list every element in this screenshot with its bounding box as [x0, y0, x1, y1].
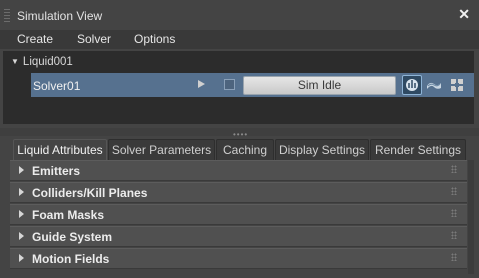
tab-render-settings[interactable]: Render Settings	[370, 139, 466, 160]
tab-display-settings[interactable]: Display Settings	[275, 139, 369, 160]
drag-handle-icon[interactable]	[451, 187, 457, 195]
sim-status-field: Sim Idle	[243, 76, 396, 95]
section-emitters[interactable]: Emitters	[10, 160, 467, 181]
section-label: Foam Masks	[32, 208, 105, 222]
solver-tree: ▼ Liquid001 Solver01 Sim Idle	[3, 51, 474, 124]
close-icon[interactable]: ✕	[458, 6, 470, 23]
tree-root-item[interactable]: ▼ Liquid001	[11, 56, 73, 68]
solver-row[interactable]: Solver01 Sim Idle	[31, 73, 474, 97]
section-colliders[interactable]: Colliders/Kill Planes	[10, 182, 467, 203]
expand-down-icon[interactable]: ▼	[11, 57, 19, 66]
section-motion-fields[interactable]: Motion Fields	[10, 248, 467, 269]
title-bar[interactable]: Simulation View ✕	[0, 0, 479, 30]
menu-bar: Create Solver Options	[0, 30, 479, 49]
drag-grip-icon[interactable]	[4, 9, 10, 23]
window-title: Simulation View	[17, 9, 103, 23]
section-guide-system[interactable]: Guide System	[10, 226, 467, 247]
panel-splitter[interactable]: ••••	[0, 128, 479, 139]
wave-icon[interactable]	[424, 75, 444, 95]
enable-checkbox[interactable]	[224, 79, 235, 90]
tab-caching[interactable]: Caching	[216, 139, 274, 160]
drag-handle-icon[interactable]	[451, 209, 457, 217]
tab-solver-parameters[interactable]: Solver Parameters	[108, 139, 215, 160]
grid-icon[interactable]	[447, 75, 467, 95]
section-label: Emitters	[32, 164, 81, 178]
collapsed-arrow-icon	[19, 210, 24, 218]
play-icon[interactable]	[198, 80, 205, 88]
tree-root-label: Liquid001	[22, 56, 73, 68]
section-foam-masks[interactable]: Foam Masks	[10, 204, 467, 225]
attributes-panel: Emitters Colliders/Kill Planes Foam Mask…	[10, 160, 467, 274]
collapsed-arrow-icon	[19, 166, 24, 174]
tab-strip: Liquid Attributes Solver Parameters Cach…	[0, 138, 479, 160]
tab-liquid-attributes[interactable]: Liquid Attributes	[13, 139, 107, 160]
collapsed-arrow-icon	[19, 232, 24, 240]
drag-handle-icon[interactable]	[451, 253, 457, 261]
section-label: Motion Fields	[32, 252, 110, 266]
menu-solver[interactable]: Solver	[77, 32, 111, 46]
menu-create[interactable]: Create	[17, 32, 53, 46]
solver-icon[interactable]	[402, 75, 422, 95]
drag-handle-icon[interactable]	[451, 165, 457, 173]
menu-options[interactable]: Options	[134, 32, 175, 46]
section-label: Guide System	[32, 230, 113, 244]
drag-handle-icon[interactable]	[451, 231, 457, 239]
collapsed-arrow-icon	[19, 188, 24, 196]
vertical-scrollbar[interactable]	[468, 160, 474, 274]
solver-name: Solver01	[33, 79, 81, 93]
section-label: Colliders/Kill Planes	[32, 186, 148, 200]
collapsed-arrow-icon	[19, 254, 24, 262]
